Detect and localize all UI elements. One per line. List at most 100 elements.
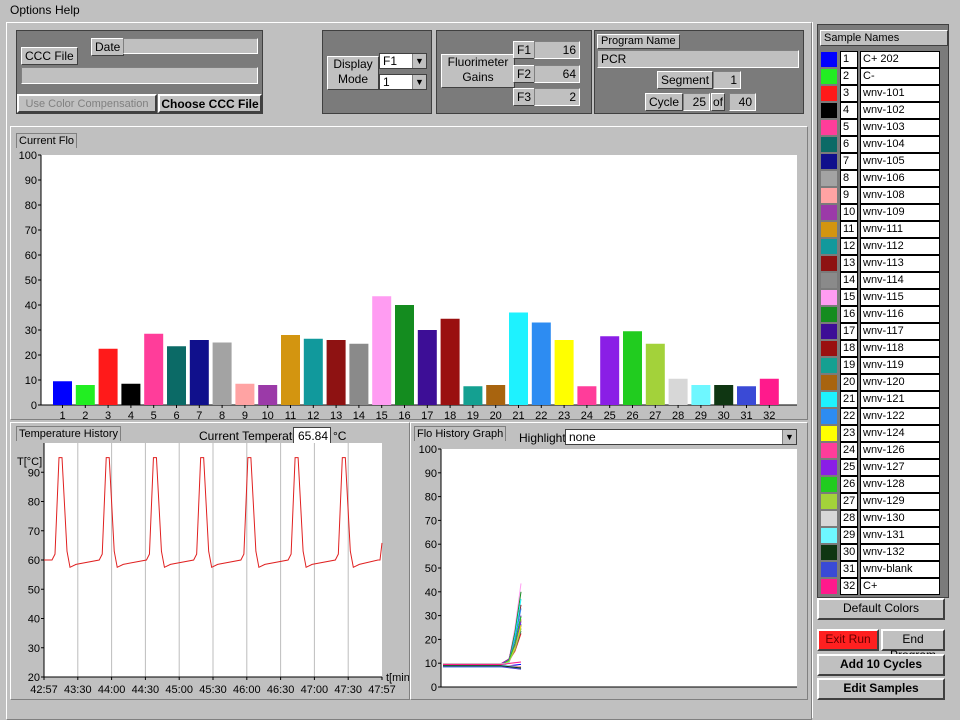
sample-row[interactable]: 4 wnv-102 (818, 102, 948, 119)
sample-row[interactable]: 24 wnv-126 (818, 442, 948, 459)
sample-name-field[interactable]: wnv-106 (860, 170, 940, 187)
sample-row[interactable]: 23 wnv-124 (818, 425, 948, 442)
sample-row[interactable]: 3 wnv-101 (818, 85, 948, 102)
sample-color-swatch[interactable] (821, 239, 837, 254)
sample-name-field[interactable]: wnv-121 (860, 391, 940, 408)
sample-row[interactable]: 26 wnv-128 (818, 476, 948, 493)
sample-name-field[interactable]: wnv-104 (860, 136, 940, 153)
sample-name-field[interactable]: wnv-109 (860, 204, 940, 221)
sample-name-field[interactable]: wnv-111 (860, 221, 940, 238)
sample-row[interactable]: 25 wnv-127 (818, 459, 948, 476)
mode-select[interactable]: 1 ▼ (379, 74, 427, 90)
sample-name-field[interactable]: wnv-126 (860, 442, 940, 459)
sample-name-field[interactable]: wnv-128 (860, 476, 940, 493)
sample-color-swatch[interactable] (821, 307, 837, 322)
sample-color-swatch[interactable] (821, 460, 837, 475)
sample-row[interactable]: 21 wnv-121 (818, 391, 948, 408)
sample-name-field[interactable]: wnv-112 (860, 238, 940, 255)
sample-color-swatch[interactable] (821, 324, 837, 339)
sample-name-field[interactable]: wnv-115 (860, 289, 940, 306)
sample-row[interactable]: 8 wnv-106 (818, 170, 948, 187)
sample-row[interactable]: 2 C- (818, 68, 948, 85)
exit-run-button[interactable]: Exit Run (817, 629, 879, 651)
sample-row[interactable]: 13 wnv-113 (818, 255, 948, 272)
sample-color-swatch[interactable] (821, 52, 837, 67)
sample-color-swatch[interactable] (821, 392, 837, 407)
sample-color-swatch[interactable] (821, 511, 837, 526)
sample-color-swatch[interactable] (821, 171, 837, 186)
choose-ccc-file-button[interactable]: Choose CCC File (158, 94, 262, 113)
sample-name-field[interactable]: C+ (860, 578, 940, 595)
sample-row[interactable]: 16 wnv-116 (818, 306, 948, 323)
sample-color-swatch[interactable] (821, 341, 837, 356)
sample-color-swatch[interactable] (821, 154, 837, 169)
sample-color-swatch[interactable] (821, 358, 837, 373)
sample-row[interactable]: 10 wnv-109 (818, 204, 948, 221)
sample-name-field[interactable]: wnv-113 (860, 255, 940, 272)
sample-row[interactable]: 9 wnv-108 (818, 187, 948, 204)
sample-color-swatch[interactable] (821, 222, 837, 237)
sample-name-field[interactable]: wnv-124 (860, 425, 940, 442)
sample-row[interactable]: 27 wnv-129 (818, 493, 948, 510)
sample-row[interactable]: 14 wnv-114 (818, 272, 948, 289)
end-program-button[interactable]: End Program (881, 629, 945, 662)
sample-row[interactable]: 32 C+ (818, 578, 948, 595)
add-10-cycles-button[interactable]: Add 10 Cycles (817, 654, 945, 676)
sample-color-swatch[interactable] (821, 375, 837, 390)
sample-color-swatch[interactable] (821, 290, 837, 305)
sample-color-swatch[interactable] (821, 188, 837, 203)
sample-color-swatch[interactable] (821, 426, 837, 441)
sample-color-swatch[interactable] (821, 477, 837, 492)
sample-row[interactable]: 18 wnv-118 (818, 340, 948, 357)
default-colors-button[interactable]: Default Colors (817, 598, 945, 620)
sample-name-field[interactable]: C- (860, 68, 940, 85)
sample-row[interactable]: 22 wnv-122 (818, 408, 948, 425)
sample-name-field[interactable]: wnv-132 (860, 544, 940, 561)
sample-row[interactable]: 19 wnv-119 (818, 357, 948, 374)
sample-name-field[interactable]: wnv-122 (860, 408, 940, 425)
sample-name-field[interactable]: wnv-120 (860, 374, 940, 391)
sample-name-field[interactable]: wnv-blank (860, 561, 940, 578)
sample-name-field[interactable]: C+ 202 (860, 51, 940, 68)
sample-color-swatch[interactable] (821, 86, 837, 101)
sample-row[interactable]: 29 wnv-131 (818, 527, 948, 544)
sample-color-swatch[interactable] (821, 579, 837, 594)
menu-help[interactable]: Help (55, 3, 80, 17)
sample-color-swatch[interactable] (821, 120, 837, 135)
sample-color-swatch[interactable] (821, 494, 837, 509)
sample-name-field[interactable]: wnv-119 (860, 357, 940, 374)
sample-color-swatch[interactable] (821, 205, 837, 220)
sample-row[interactable]: 28 wnv-130 (818, 510, 948, 527)
sample-row[interactable]: 5 wnv-103 (818, 119, 948, 136)
sample-color-swatch[interactable] (821, 409, 837, 424)
sample-color-swatch[interactable] (821, 545, 837, 560)
sample-row[interactable]: 17 wnv-117 (818, 323, 948, 340)
sample-name-field[interactable]: wnv-103 (860, 119, 940, 136)
sample-row[interactable]: 6 wnv-104 (818, 136, 948, 153)
sample-name-field[interactable]: wnv-118 (860, 340, 940, 357)
sample-name-field[interactable]: wnv-130 (860, 510, 940, 527)
sample-name-field[interactable]: wnv-108 (860, 187, 940, 204)
sample-row[interactable]: 12 wnv-112 (818, 238, 948, 255)
sample-name-field[interactable]: wnv-127 (860, 459, 940, 476)
sample-name-field[interactable]: wnv-114 (860, 272, 940, 289)
sample-row[interactable]: 11 wnv-111 (818, 221, 948, 238)
sample-color-swatch[interactable] (821, 562, 837, 577)
sample-name-field[interactable]: wnv-131 (860, 527, 940, 544)
sample-color-swatch[interactable] (821, 256, 837, 271)
sample-name-field[interactable]: wnv-116 (860, 306, 940, 323)
sample-color-swatch[interactable] (821, 528, 837, 543)
sample-color-swatch[interactable] (821, 69, 837, 84)
sample-row[interactable]: 31 wnv-blank (818, 561, 948, 578)
sample-row[interactable]: 1 C+ 202 (818, 51, 948, 68)
sample-row[interactable]: 7 wnv-105 (818, 153, 948, 170)
sample-color-swatch[interactable] (821, 273, 837, 288)
sample-name-field[interactable]: wnv-102 (860, 102, 940, 119)
sample-color-swatch[interactable] (821, 137, 837, 152)
sample-name-field[interactable]: wnv-117 (860, 323, 940, 340)
sample-name-field[interactable]: wnv-101 (860, 85, 940, 102)
edit-samples-button[interactable]: Edit Samples (817, 678, 945, 700)
sample-row[interactable]: 30 wnv-132 (818, 544, 948, 561)
sample-row[interactable]: 20 wnv-120 (818, 374, 948, 391)
sample-color-swatch[interactable] (821, 103, 837, 118)
